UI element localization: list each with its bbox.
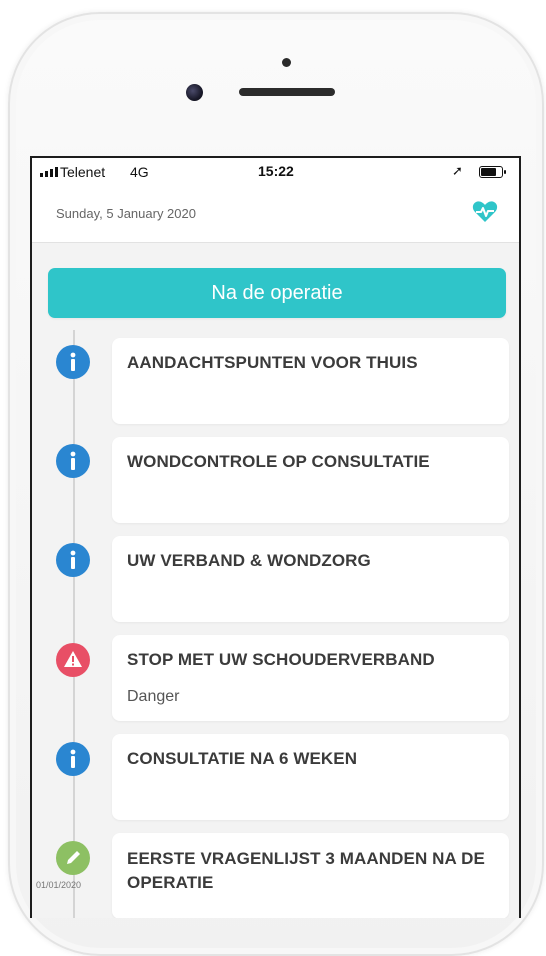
app-screen: Telenet 4G 15:22 ➚ Sunday, 5 January 202… [30, 156, 521, 918]
card-title: STOP MET UW SCHOUDERVERBAND [127, 650, 435, 669]
card-title: AANDACHTSPUNTEN VOOR THUIS [127, 353, 418, 372]
signal-icon [40, 167, 58, 177]
timeline-card[interactable]: AANDACHTSPUNTEN VOOR THUIS [112, 338, 509, 424]
card-title: UW VERBAND & WONDZORG [127, 551, 371, 570]
header-date: Sunday, 5 January 2020 [56, 206, 196, 221]
timeline-line [73, 330, 75, 918]
earpiece-speaker [239, 88, 335, 96]
timeline-card[interactable]: CONSULTATIE NA 6 WEKEN [112, 734, 509, 820]
status-bar: Telenet 4G 15:22 ➚ [32, 158, 519, 186]
timeline-date: 01/01/2020 [36, 880, 82, 890]
warning-icon [56, 643, 90, 677]
carrier-name: Telenet [60, 164, 106, 180]
app-header: Sunday, 5 January 2020 [32, 186, 519, 243]
info-icon [56, 345, 90, 379]
proximity-sensor [282, 58, 291, 67]
timeline-card[interactable]: EERSTE VRAGENLIJST 3 MAANDEN NA DE OPERA… [112, 833, 509, 918]
pencil-icon [56, 841, 90, 875]
timeline-card[interactable]: STOP MET UW SCHOUDERVERBAND Danger [112, 635, 509, 721]
card-subtitle: Danger [127, 688, 180, 705]
battery-icon [479, 166, 506, 178]
front-camera [186, 84, 203, 101]
location-arrow-icon: ➚ [452, 163, 463, 178]
status-time: 15:22 [258, 163, 294, 179]
card-title: EERSTE VRAGENLIJST 3 MAANDEN NA DE OPERA… [127, 849, 485, 892]
heart-pulse-icon[interactable] [472, 200, 498, 224]
card-title: WONDCONTROLE OP CONSULTATIE [127, 452, 430, 471]
network-type: 4G [130, 164, 149, 180]
info-icon [56, 543, 90, 577]
info-icon [56, 444, 90, 478]
section-label: Na de operatie [211, 281, 343, 304]
card-title: CONSULTATIE NA 6 WEKEN [127, 749, 358, 768]
info-icon [56, 742, 90, 776]
timeline-card[interactable]: UW VERBAND & WONDZORG [112, 536, 509, 622]
section-header-button[interactable]: Na de operatie [48, 268, 506, 318]
timeline-card[interactable]: WONDCONTROLE OP CONSULTATIE [112, 437, 509, 523]
